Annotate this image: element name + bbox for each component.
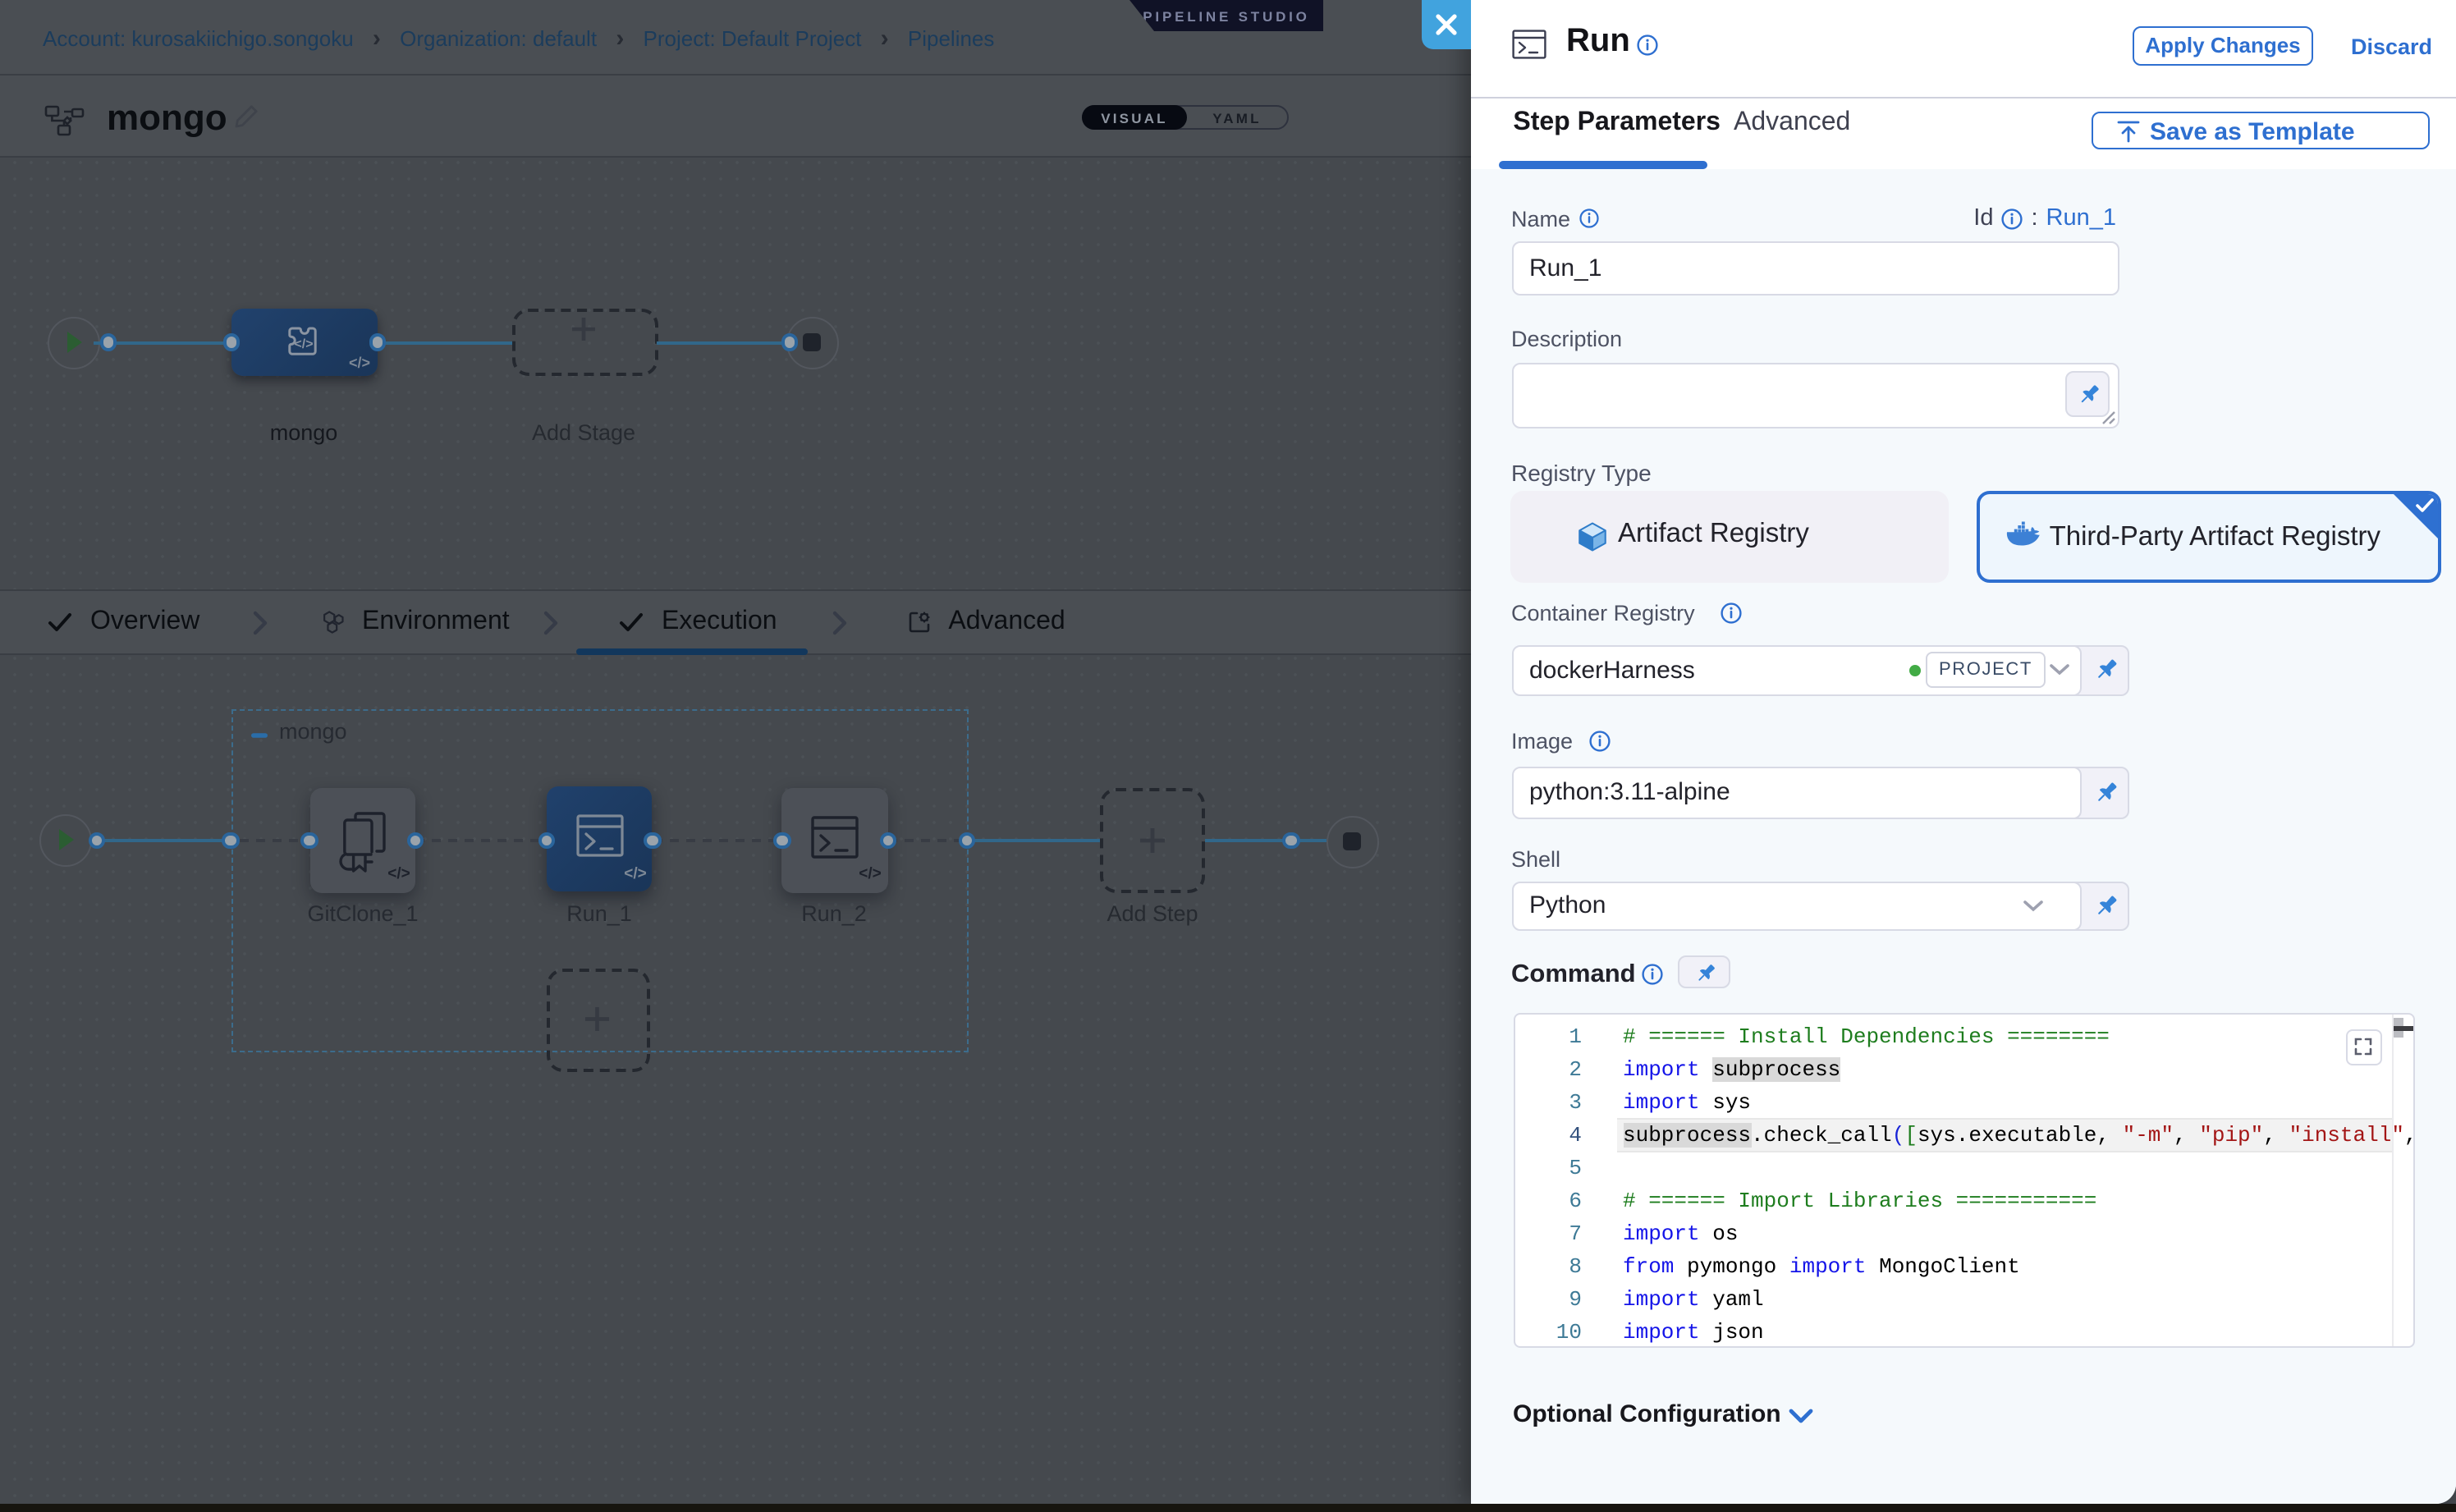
svg-text:</>: </>: [859, 865, 882, 882]
svg-text:</>: </>: [294, 337, 313, 351]
svg-text:</>: </>: [349, 355, 370, 371]
svg-text:</>: </>: [387, 865, 409, 882]
svg-text:</>: </>: [624, 865, 646, 882]
